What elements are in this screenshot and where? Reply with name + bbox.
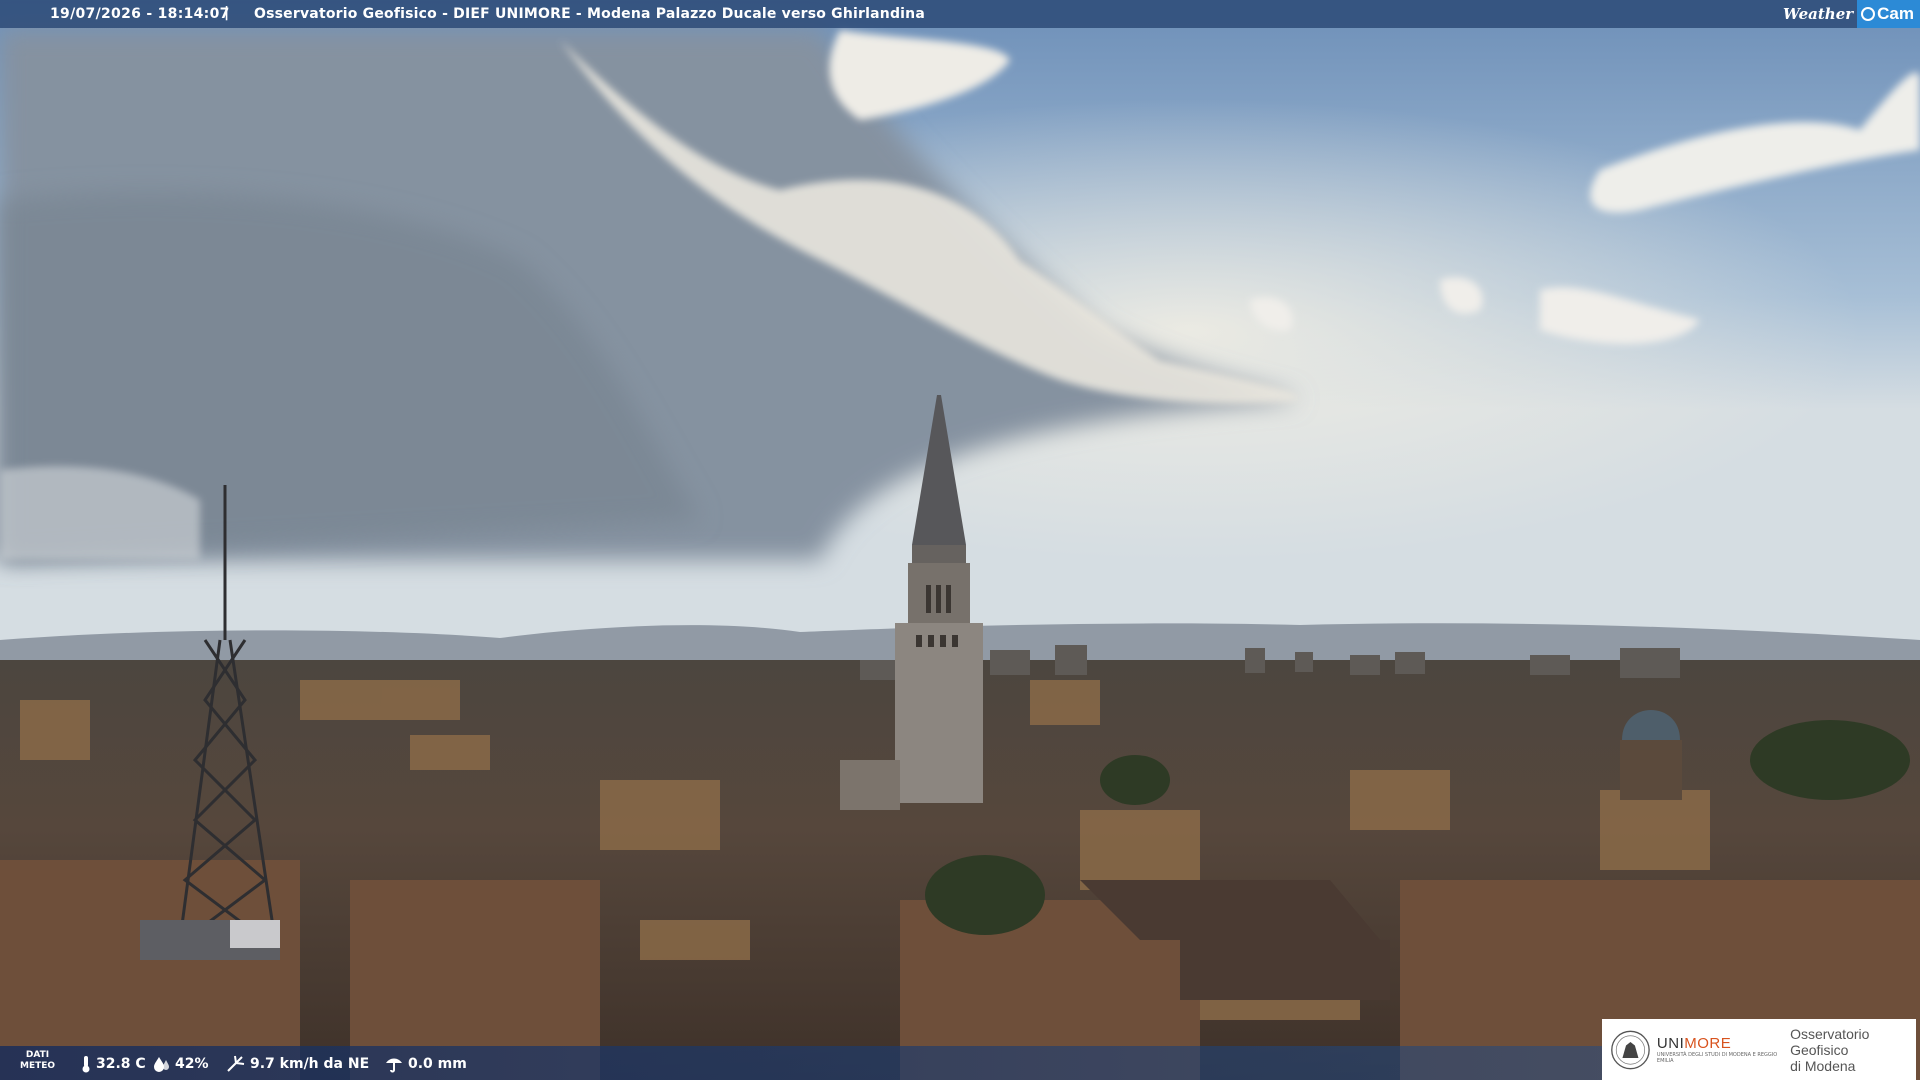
camera-caption-bar: 19/07/2026 - 18:14:07 | Osservatorio Geo… <box>0 0 1920 28</box>
weathercam-logo: Weather Cam <box>1783 0 1920 28</box>
caption-separator: | <box>224 5 230 21</box>
humidity-reading: 42% <box>153 1055 209 1073</box>
weather-data-label: DATI METEO <box>20 1050 55 1072</box>
unimore-subtitle: UNIVERSITÀ DEGLI STUDI DI MODENA E REGGI… <box>1656 1052 1778 1064</box>
thermometer-icon <box>82 1056 90 1073</box>
timestamp: 19/07/2026 - 18:14:07 <box>50 6 230 22</box>
unimore-name-suffix: MORE <box>1684 1035 1732 1052</box>
rain-gauge-icon <box>386 1058 402 1073</box>
wind-reading: 9.7 km/h da NE <box>226 1055 369 1073</box>
wind-icon <box>227 1055 245 1072</box>
camera-lens-icon <box>1861 7 1876 21</box>
webcam-photo <box>0 0 1920 1080</box>
humidity-drop-icon <box>154 1057 169 1072</box>
observatory-name: Osservatorio Geofisico di Modena <box>1790 1026 1916 1074</box>
weathercam-logo-weather: Weather <box>1782 5 1854 23</box>
observatory-name-line1: Osservatorio Geofisico <box>1790 1025 1870 1058</box>
unimore-name-prefix: UNI <box>1656 1035 1685 1052</box>
wind-value: 9.7 km/h da NE <box>250 1056 370 1072</box>
unimore-wordmark: UNIMORE UNIVERSITÀ DEGLI STUDI DI MODENA… <box>1657 1035 1780 1064</box>
observatory-name-line2: di Modena <box>1790 1057 1856 1074</box>
rain-reading: 0.0 mm <box>384 1055 467 1073</box>
unimore-observatory-logo: UNIMORE UNIVERSITÀ DEGLI STUDI DI MODENA… <box>1602 1019 1916 1080</box>
weathercam-logo-cam-text: Cam <box>1877 4 1914 23</box>
humidity-value: 42% <box>175 1056 209 1072</box>
temperature-value: 32.8 C <box>96 1056 146 1072</box>
unimore-name: UNIMORE <box>1657 1035 1780 1052</box>
camera-title: Osservatorio Geofisico - DIEF UNIMORE - … <box>254 6 925 22</box>
university-seal-icon <box>1611 1030 1650 1069</box>
rain-value: 0.0 mm <box>408 1056 467 1072</box>
weather-data-bar: DATI METEO 32.8 C 42% 9.7 km/h da NE 0.0… <box>0 1046 1610 1080</box>
temperature-reading: 32.8 C <box>80 1055 146 1073</box>
weather-data-label-line2: METEO <box>20 1061 56 1071</box>
weather-data-label-line1: DATI <box>25 1050 50 1060</box>
weathercam-logo-cam: Cam <box>1857 0 1920 28</box>
